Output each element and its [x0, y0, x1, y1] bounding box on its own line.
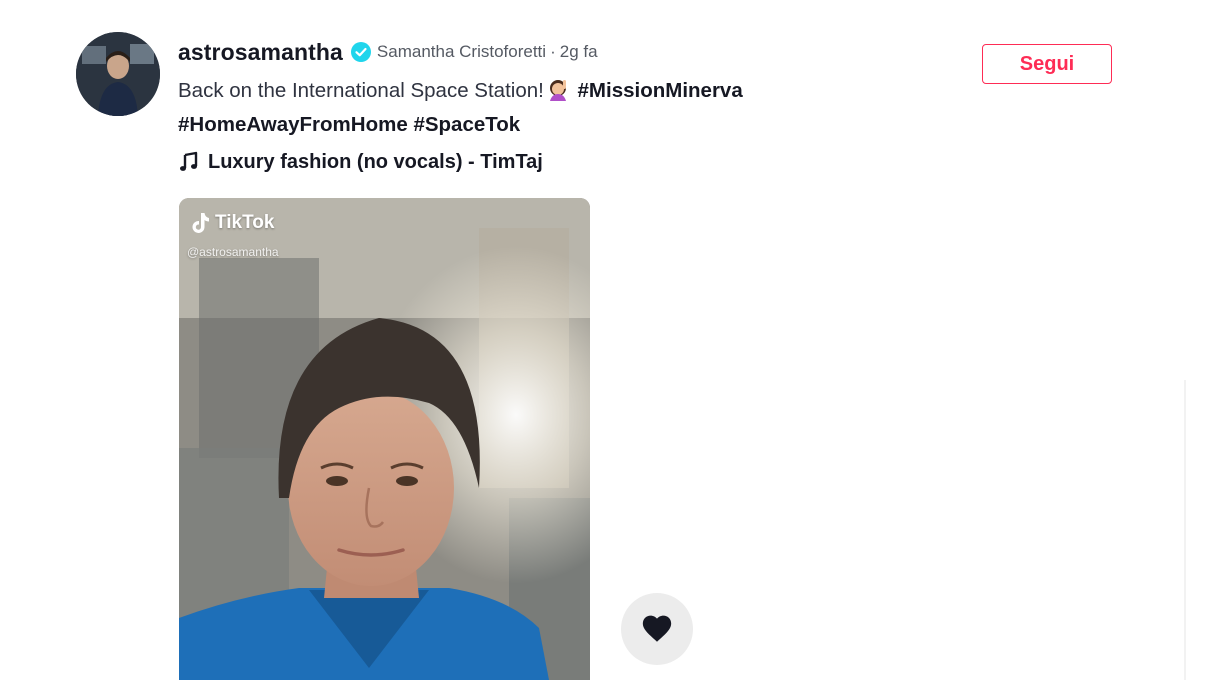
hashtag-link[interactable]: #SpaceTok — [413, 113, 520, 136]
tiktok-handle-watermark: @astrosamantha — [187, 245, 279, 259]
music-note-icon — [178, 151, 200, 173]
panel-divider — [1184, 380, 1186, 680]
like-button[interactable] — [621, 593, 693, 665]
heart-icon — [642, 615, 672, 642]
hashtag-link[interactable]: #HomeAwayFromHome — [178, 113, 408, 136]
verified-badge-icon — [350, 42, 371, 62]
video-player[interactable]: TikTok @astrosamantha — [179, 198, 590, 680]
hashtag-link[interactable]: #MissionMinerva — [578, 79, 743, 102]
username[interactable]: astrosamantha — [178, 39, 343, 66]
music-link[interactable]: Luxury fashion (no vocals) - TimTaj — [178, 146, 543, 178]
woman-gesturing-emoji-icon — [546, 77, 570, 101]
music-title: Luxury fashion (no vocals) - TimTaj — [208, 150, 543, 173]
caption-text: Back on the International Space Station! — [178, 79, 544, 102]
tiktok-brand-text: TikTok — [215, 212, 275, 233]
post-date: 2g fa — [559, 42, 598, 61]
tiktok-logo-icon — [191, 212, 211, 234]
separator: · — [550, 42, 556, 61]
avatar[interactable] — [76, 32, 160, 116]
tiktok-watermark: TikTok — [191, 212, 274, 234]
post-header: astrosamantha Samantha Cristoforetti · 2… — [178, 36, 598, 68]
nickname[interactable]: Samantha Cristoforetti — [377, 42, 546, 62]
post-caption: Back on the International Space Station!… — [178, 74, 878, 142]
follow-button[interactable]: Segui — [982, 44, 1112, 84]
